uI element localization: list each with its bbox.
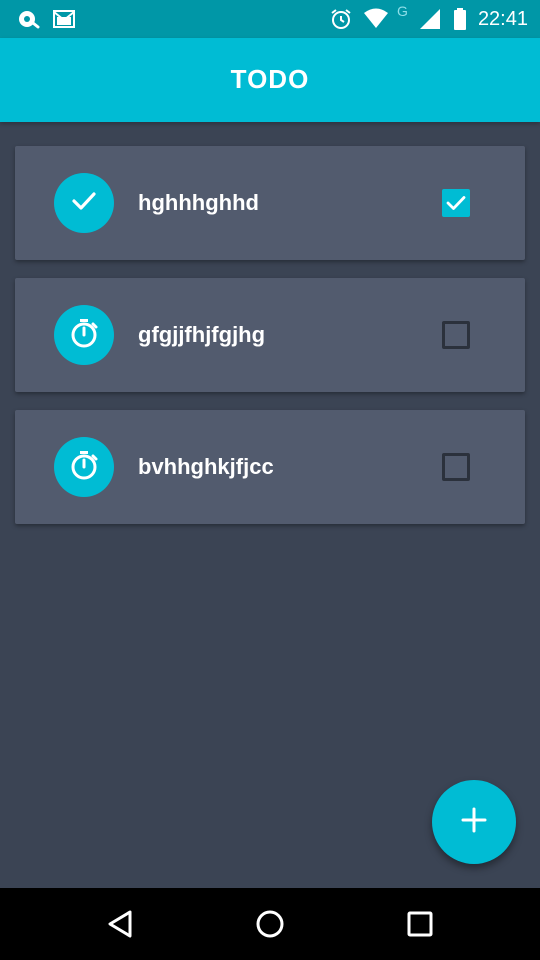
status-bar: G 22:41 <box>0 0 540 38</box>
status-right-icons: G 22:41 <box>329 3 528 32</box>
gmail-icon <box>52 7 76 31</box>
checkbox-check-icon <box>446 196 466 210</box>
todo-checkbox[interactable] <box>442 453 470 481</box>
signal-icon <box>418 7 442 31</box>
todo-list: hghhhghhd gfgjjfhjfgjhg bvhhghkjfjcc <box>15 146 525 542</box>
recents-button[interactable] <box>402 906 438 942</box>
add-todo-button[interactable] <box>432 780 516 864</box>
todo-checkbox[interactable] <box>442 189 470 217</box>
todo-item[interactable]: bvhhghkjfjcc <box>15 410 525 524</box>
check-icon <box>69 186 99 220</box>
home-icon <box>256 910 284 938</box>
todo-item[interactable]: hghhhghhd <box>15 146 525 260</box>
stopwatch-icon <box>68 449 100 485</box>
screen: G 22:41 TODO hghhhghhd gfgjjfhjfgjhg bvh… <box>0 0 540 960</box>
back-icon <box>108 910 132 938</box>
todo-text: bvhhghkjfjcc <box>138 454 274 479</box>
wifi-icon <box>363 7 389 31</box>
network-type-label: G <box>397 3 408 19</box>
battery-icon <box>452 7 468 31</box>
todo-checkbox[interactable] <box>442 321 470 349</box>
todo-status-avatar <box>54 305 114 365</box>
app-bar: TODO <box>0 38 540 122</box>
todo-text: hghhhghhd <box>138 190 259 215</box>
stopwatch-icon <box>68 317 100 353</box>
todo-text: gfgjjfhjfgjhg <box>138 322 266 347</box>
back-button[interactable] <box>102 906 138 942</box>
todo-status-avatar <box>54 437 114 497</box>
home-button[interactable] <box>252 906 288 942</box>
alarm-icon <box>329 7 353 31</box>
navigation-bar <box>0 888 540 960</box>
plus-icon <box>460 806 488 838</box>
sync-icon <box>16 7 40 31</box>
todo-status-avatar <box>54 173 114 233</box>
status-time: 22:41 <box>477 8 528 30</box>
app-title: TODO <box>230 64 310 94</box>
status-left-icons <box>16 7 76 31</box>
recents-icon <box>407 911 433 937</box>
todo-item[interactable]: gfgjjfhjfgjhg <box>15 278 525 392</box>
